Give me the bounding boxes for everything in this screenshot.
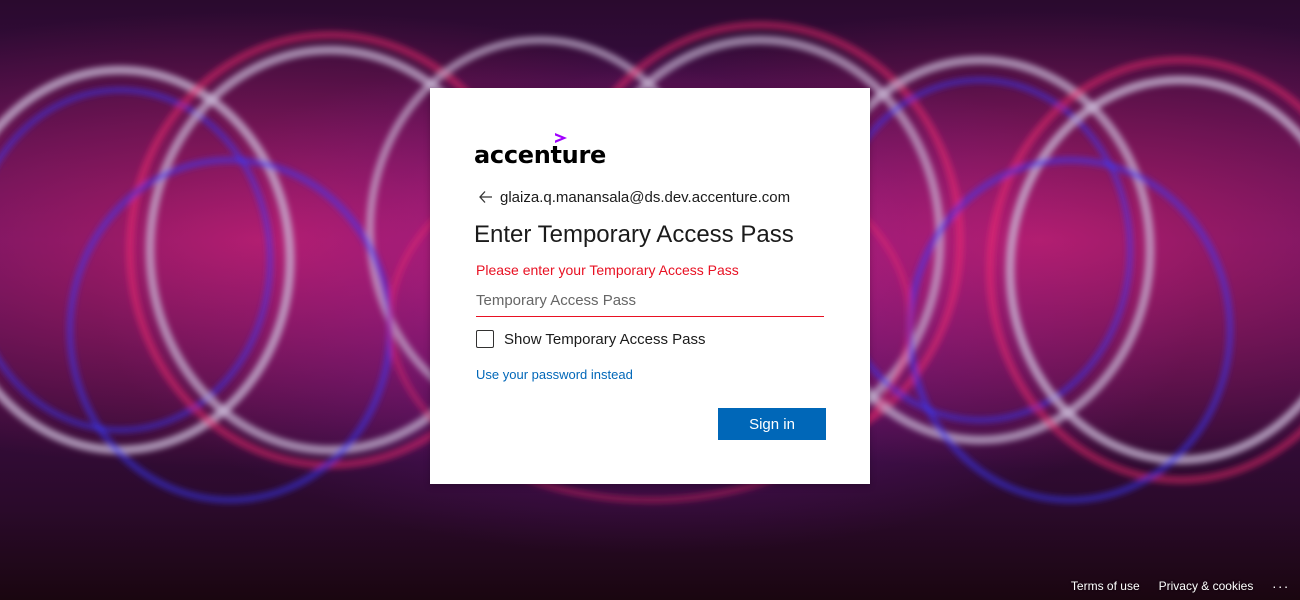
identity-banner: glaiza.q.manansala@ds.dev.accenture.com (474, 186, 790, 208)
access-pass-field (476, 287, 824, 317)
show-pass-row: Show Temporary Access Pass (476, 328, 705, 350)
use-password-link[interactable]: Use your password instead (476, 367, 633, 382)
access-pass-input[interactable] (476, 287, 824, 313)
logo-text: accenture (474, 141, 606, 169)
identity-email: glaiza.q.manansala@ds.dev.accenture.com (500, 188, 791, 206)
terms-link[interactable]: Terms of use (1071, 579, 1140, 593)
show-pass-checkbox[interactable] (476, 330, 494, 348)
page-title: Enter Temporary Access Pass (474, 221, 794, 248)
show-pass-label[interactable]: Show Temporary Access Pass (504, 331, 705, 348)
more-options-button[interactable]: ... (1272, 576, 1290, 594)
back-button[interactable] (474, 186, 498, 208)
chevron-right-icon (555, 133, 567, 143)
footer: Terms of use Privacy & cookies ... (1052, 572, 1300, 600)
privacy-link[interactable]: Privacy & cookies (1159, 579, 1254, 593)
sign-in-button[interactable]: Sign in (718, 408, 826, 440)
error-message: Please enter your Temporary Access Pass (476, 262, 739, 278)
arrow-left-icon (479, 191, 492, 203)
sign-in-card: accenture glaiza.q.manansala@ds.dev.acce… (430, 88, 870, 484)
